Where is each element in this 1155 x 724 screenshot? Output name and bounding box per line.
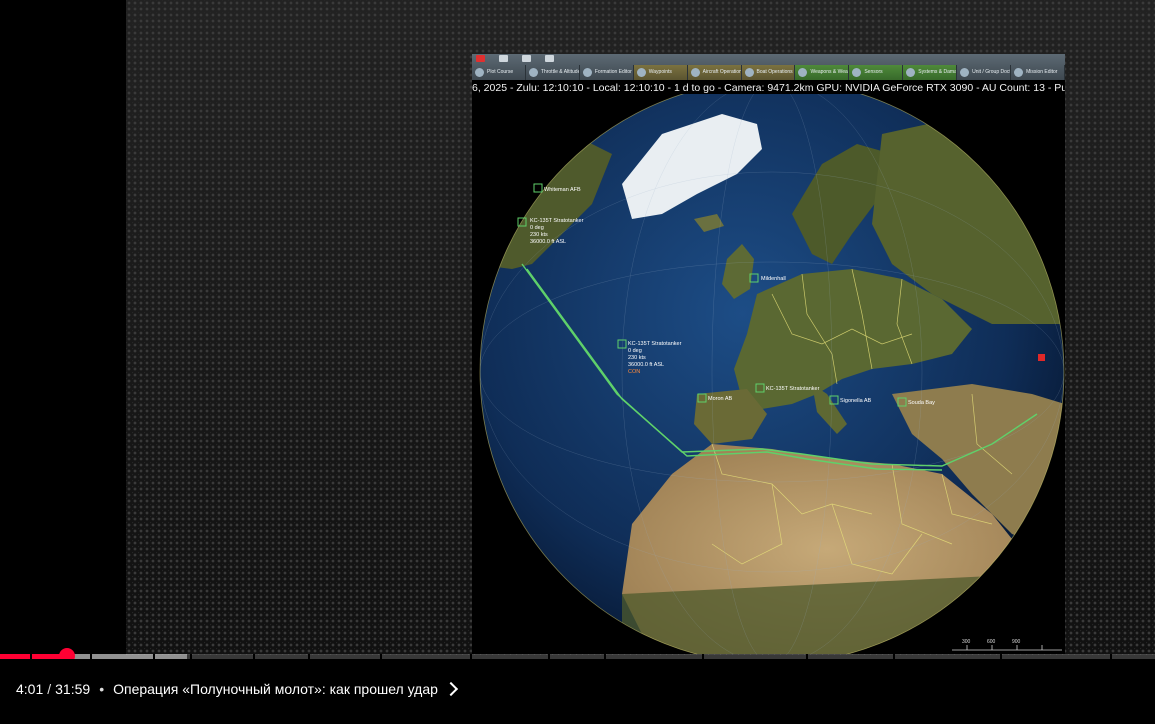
unit-label: Sigonella AB: [840, 398, 872, 404]
unit-label: Souda Bay: [908, 400, 935, 406]
unit-label: Moron AB: [708, 396, 732, 402]
sim-top-icons: [472, 54, 576, 63]
time-total: 31:59: [55, 681, 91, 697]
unit-label: 230 kts: [628, 355, 646, 361]
toolbar-icon: [475, 68, 484, 77]
sim-toolbar-label: Weapons & Weapons: [810, 69, 848, 75]
toolbar-icon: [960, 68, 970, 77]
sim-toolbar-button[interactable]: Sensors: [849, 65, 904, 80]
time-separator: /: [47, 681, 52, 697]
letterbox-left: [0, 0, 126, 655]
flag-icon: [522, 55, 531, 62]
sim-toolbar-button[interactable]: Plot Course: [472, 65, 526, 80]
sim-toolbar-button[interactable]: Formation Editor: [580, 65, 634, 80]
sim-toolbar-button[interactable]: Systems & Damage: [903, 65, 958, 80]
video-player[interactable]: Plot Course Throttle & Altitude Formation …: [0, 0, 1155, 724]
unit-label: 36000.0 ft ASL: [628, 362, 664, 368]
target-marker: [1038, 354, 1045, 361]
map-scale-bar: 300 600 900: [952, 639, 1062, 651]
sim-toolbar-button[interactable]: Weapons & Weapons: [795, 65, 850, 80]
unit-label: Mildenhall: [761, 276, 786, 282]
sim-toolbar-button[interactable]: Waypoints: [633, 65, 688, 80]
sim-toolbar-button[interactable]: Throttle & Altitude: [526, 65, 580, 80]
scale-tick-label: 300: [962, 639, 971, 645]
unit-label: KC-135T Stratotanker: [766, 386, 820, 392]
sim-toolbar: Plot Course Throttle & Altitude Formation …: [472, 54, 1065, 80]
unit-label: 0 deg: [628, 348, 642, 354]
toolbar-icon: [744, 68, 754, 77]
time-and-chapter: 4:01 / 31:59 • Операция «Полуночный моло…: [16, 681, 458, 697]
chapter-title-button[interactable]: Операция «Полуночный молот»: как прошел …: [113, 681, 438, 697]
sim-toolbar-label: Plot Course: [487, 69, 514, 75]
toolbar-icon: [1014, 68, 1024, 77]
close-icon: [476, 55, 485, 62]
sim-toolbar-label: Sensors: [864, 69, 883, 75]
unit-label: Whiteman AFB: [544, 187, 581, 193]
sim-toolbar-label: Systems & Damage: [918, 69, 957, 75]
unit-label: KC-135T Stratotanker: [530, 218, 584, 224]
sim-toolbar-label: Throttle & Altitude: [540, 69, 580, 75]
toolbar-icon: [798, 68, 808, 77]
sim-toolbar-label: Mission Editor: [1026, 69, 1058, 75]
sim-toolbar-label: Aircraft Operations: [702, 69, 742, 75]
scale-tick-label: 600: [987, 639, 996, 645]
unit-label: 0 deg: [530, 225, 544, 231]
sim-toolbar-label: Boat Operations: [756, 69, 793, 75]
sim-toolbar-button[interactable]: Boat Operations: [741, 65, 796, 80]
toolbar-icon: [690, 68, 700, 77]
scale-tick-label: 900: [1012, 639, 1021, 645]
gear-icon: [545, 55, 554, 62]
unit-label: 36000.0 ft ASL: [530, 239, 566, 245]
sim-toolbar-button[interactable]: Aircraft Operations: [687, 65, 742, 80]
player-controls: 4:01 / 31:59 • Операция «Полуночный моло…: [0, 659, 1155, 724]
car-icon: [499, 55, 508, 62]
sim-toolbar-button[interactable]: Unit / Group Doctrine: [957, 65, 1012, 80]
unit-label: KC-135T Stratotanker: [628, 341, 682, 347]
sim-toolbar-label: Waypoints: [648, 69, 672, 75]
toolbar-icon: [636, 68, 646, 77]
sim-toolbar-label: Formation Editor: [594, 69, 632, 75]
toolbar-icon: [906, 68, 916, 77]
toolbar-icon: [528, 68, 538, 77]
toolbar-icon: [852, 68, 862, 77]
simulation-window: Plot Course Throttle & Altitude Formation …: [472, 54, 1065, 654]
time-current: 4:01: [16, 681, 44, 697]
globe-map: Whiteman AFB KC-135T Stratotanker 0 deg …: [472, 94, 1065, 654]
unit-label: 230 kts: [530, 232, 548, 238]
toolbar-icon: [582, 68, 592, 77]
unit-label: CON: [628, 369, 640, 375]
sim-toolbar-button[interactable]: Mission Editor: [1011, 65, 1065, 80]
chevron-right-icon[interactable]: [443, 681, 458, 697]
dot-separator: •: [99, 681, 105, 697]
sim-toolbar-label: Unit / Group Doctrine: [972, 69, 1011, 75]
